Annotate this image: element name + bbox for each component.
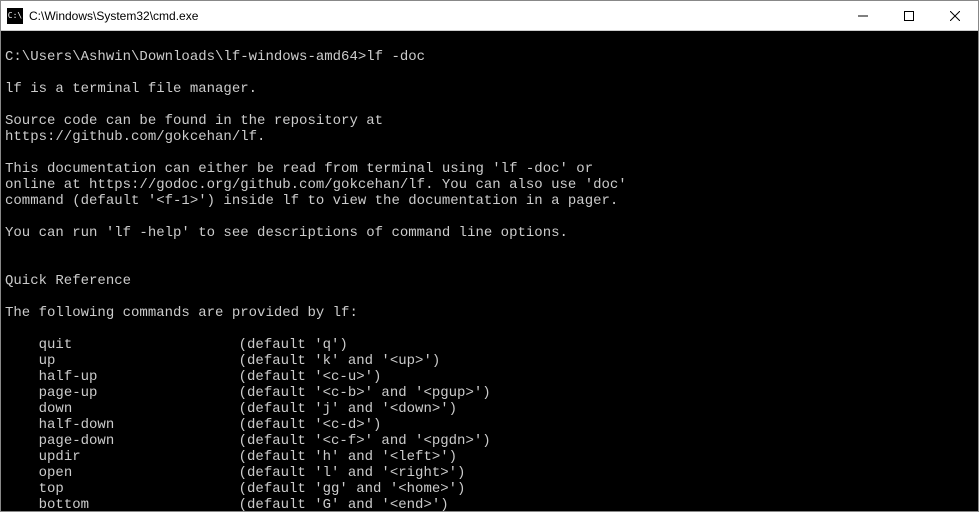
indent: [5, 481, 39, 497]
section-sub: The following commands are provided by l…: [5, 305, 358, 321]
command-list: quit(default 'q') up(default 'k' and '<u…: [5, 337, 974, 511]
indent: [5, 353, 39, 369]
indent: [5, 401, 39, 417]
command-desc: (default 'k' and '<up>'): [239, 353, 441, 369]
indent: [5, 369, 39, 385]
doc-line: lf is a terminal file manager.: [5, 81, 257, 97]
doc-line: https://github.com/gokcehan/lf.: [5, 129, 265, 145]
section-heading: Quick Reference: [5, 273, 131, 289]
doc-line: This documentation can either be read fr…: [5, 161, 593, 177]
maximize-icon: [904, 11, 914, 21]
command-row: half-up(default '<c-u>'): [5, 369, 974, 385]
command-row: top(default 'gg' and '<home>'): [5, 481, 974, 497]
command-name: top: [39, 481, 239, 497]
titlebar: C:\ C:\Windows\System32\cmd.exe: [1, 1, 978, 31]
command-row: open(default 'l' and '<right>'): [5, 465, 974, 481]
command-desc: (default '<c-f>' and '<pgdn>'): [239, 433, 491, 449]
indent: [5, 433, 39, 449]
command-name: quit: [39, 337, 239, 353]
command-row: down(default 'j' and '<down>'): [5, 401, 974, 417]
command-desc: (default 'h' and '<left>'): [239, 449, 457, 465]
prompt-line: C:\Users\Ashwin\Downloads\lf-windows-amd…: [5, 49, 425, 65]
command-desc: (default '<c-u>'): [239, 369, 382, 385]
doc-line: online at https://godoc.org/github.com/g…: [5, 177, 627, 193]
indent: [5, 417, 39, 433]
command-desc: (default '<c-b>' and '<pgup>'): [239, 385, 491, 401]
command-desc: (default 'q'): [239, 337, 348, 353]
minimize-icon: [858, 11, 868, 21]
command-row: bottom(default 'G' and '<end>'): [5, 497, 974, 511]
command-row: page-up(default '<c-b>' and '<pgup>'): [5, 385, 974, 401]
command-name: page-down: [39, 433, 239, 449]
command-row: updir(default 'h' and '<left>'): [5, 449, 974, 465]
window-title: C:\Windows\System32\cmd.exe: [29, 9, 840, 23]
command-name: open: [39, 465, 239, 481]
command-row: half-down(default '<c-d>'): [5, 417, 974, 433]
terminal-output[interactable]: C:\Users\Ashwin\Downloads\lf-windows-amd…: [1, 31, 978, 511]
command-desc: (default 'G' and '<end>'): [239, 497, 449, 511]
indent: [5, 337, 39, 353]
command-name: half-down: [39, 417, 239, 433]
close-button[interactable]: [932, 1, 978, 30]
cmd-icon: C:\: [7, 8, 23, 24]
command-row: quit(default 'q'): [5, 337, 974, 353]
command-text: lf -doc: [366, 49, 425, 65]
doc-line: command (default '<f-1>') inside lf to v…: [5, 193, 618, 209]
command-name: half-up: [39, 369, 239, 385]
window-controls: [840, 1, 978, 30]
command-name: page-up: [39, 385, 239, 401]
command-row: page-down(default '<c-f>' and '<pgdn>'): [5, 433, 974, 449]
close-icon: [950, 11, 960, 21]
doc-line: Source code can be found in the reposito…: [5, 113, 383, 129]
indent: [5, 497, 39, 511]
command-row: up(default 'k' and '<up>'): [5, 353, 974, 369]
command-name: updir: [39, 449, 239, 465]
command-desc: (default 'l' and '<right>'): [239, 465, 466, 481]
command-name: bottom: [39, 497, 239, 511]
doc-line: You can run 'lf -help' to see descriptio…: [5, 225, 568, 241]
command-desc: (default '<c-d>'): [239, 417, 382, 433]
indent: [5, 465, 39, 481]
command-desc: (default 'gg' and '<home>'): [239, 481, 466, 497]
command-desc: (default 'j' and '<down>'): [239, 401, 457, 417]
command-name: up: [39, 353, 239, 369]
minimize-button[interactable]: [840, 1, 886, 30]
maximize-button[interactable]: [886, 1, 932, 30]
command-name: down: [39, 401, 239, 417]
indent: [5, 385, 39, 401]
indent: [5, 449, 39, 465]
prompt: C:\Users\Ashwin\Downloads\lf-windows-amd…: [5, 49, 366, 65]
